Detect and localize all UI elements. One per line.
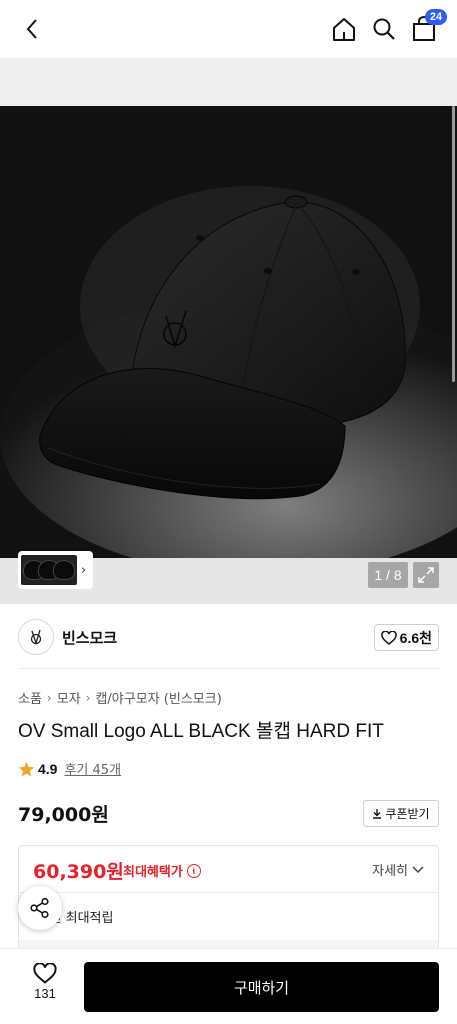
brand-like-button[interactable]: 6.6천 bbox=[373, 624, 439, 651]
download-icon bbox=[373, 809, 382, 819]
benefit-summary: 60,390원 최대혜택가 i 자세히 bbox=[19, 846, 438, 893]
original-price: 79,000원 bbox=[18, 804, 109, 826]
brand-logo[interactable] bbox=[18, 619, 54, 655]
cap-illustration bbox=[0, 106, 457, 558]
coupon-button[interactable]: 쿠폰받기 bbox=[363, 800, 439, 827]
chevron-down-icon bbox=[412, 865, 424, 873]
thumbnail-strip[interactable]: › bbox=[18, 551, 93, 589]
max-benefit-text: 최대혜택가 bbox=[123, 865, 183, 880]
back-button[interactable] bbox=[18, 14, 46, 44]
detail-label: 자세히 bbox=[372, 864, 408, 879]
rating-score: 4.9 bbox=[38, 760, 58, 777]
cart-button[interactable]: 24 bbox=[409, 9, 447, 44]
cart-count-badge: 24 bbox=[425, 9, 447, 25]
benefit-box: 60,390원 최대혜택가 i 자세히 60원 최대적립 bbox=[18, 845, 439, 957]
rating-row: 4.9 후기 45개 bbox=[18, 759, 121, 778]
coupon-label: 쿠폰받기 bbox=[385, 807, 430, 821]
heart-outline-icon bbox=[380, 630, 397, 645]
max-benefit-label: 최대혜택가 i bbox=[123, 861, 201, 880]
benefit-detail-button[interactable]: 자세히 bbox=[372, 860, 424, 879]
top-bar: 24 bbox=[0, 0, 457, 58]
home-icon bbox=[333, 18, 355, 41]
review-link[interactable]: 후기 45개 bbox=[64, 759, 121, 778]
wishlist-button[interactable]: 131 bbox=[24, 963, 66, 1001]
share-icon bbox=[30, 897, 49, 919]
chevron-left-icon bbox=[26, 19, 37, 39]
breadcrumb: 소품 › 모자 › 캡/야구모자 (빈스모크) bbox=[18, 688, 222, 708]
chevron-right-icon: › bbox=[85, 690, 91, 705]
breadcrumb-item[interactable]: 소품 bbox=[18, 688, 42, 707]
wishlist-count: 131 bbox=[34, 986, 56, 1001]
brand-name[interactable]: 빈스모크 bbox=[62, 627, 117, 648]
star-icon bbox=[18, 761, 35, 777]
thumbnail-image bbox=[21, 555, 77, 585]
brand-logo-icon bbox=[30, 629, 42, 646]
brand-row: 빈스모크 6.6천 bbox=[18, 618, 439, 656]
image-scrollbar bbox=[452, 106, 455, 382]
breadcrumb-item[interactable]: 모자 bbox=[57, 688, 81, 707]
home-button[interactable] bbox=[329, 14, 359, 44]
product-image[interactable] bbox=[0, 106, 457, 558]
divider bbox=[18, 668, 439, 669]
buy-button[interactable]: 구매하기 bbox=[84, 962, 439, 1012]
bottom-action-bar: 131 구매하기 bbox=[0, 948, 457, 1024]
expand-icon bbox=[418, 567, 434, 583]
image-page-counter: 1 / 8 bbox=[368, 562, 408, 588]
share-button[interactable] bbox=[18, 886, 62, 930]
image-top-spacer bbox=[0, 58, 457, 106]
product-title: OV Small Logo ALL BLACK 볼캡 HARD FIT bbox=[18, 721, 384, 742]
expand-image-button[interactable] bbox=[413, 562, 439, 588]
chevron-right-icon: › bbox=[81, 562, 87, 578]
brand-like-count: 6.6천 bbox=[399, 629, 432, 646]
heart-outline-icon bbox=[33, 963, 57, 984]
benefit-price: 60,390원 bbox=[33, 861, 124, 883]
breadcrumb-item[interactable]: 캡/야구모자 (빈스모크) bbox=[95, 688, 221, 707]
chevron-right-icon: › bbox=[46, 690, 52, 705]
search-icon bbox=[373, 18, 395, 40]
search-button[interactable] bbox=[369, 14, 399, 44]
info-icon[interactable]: i bbox=[186, 863, 201, 878]
